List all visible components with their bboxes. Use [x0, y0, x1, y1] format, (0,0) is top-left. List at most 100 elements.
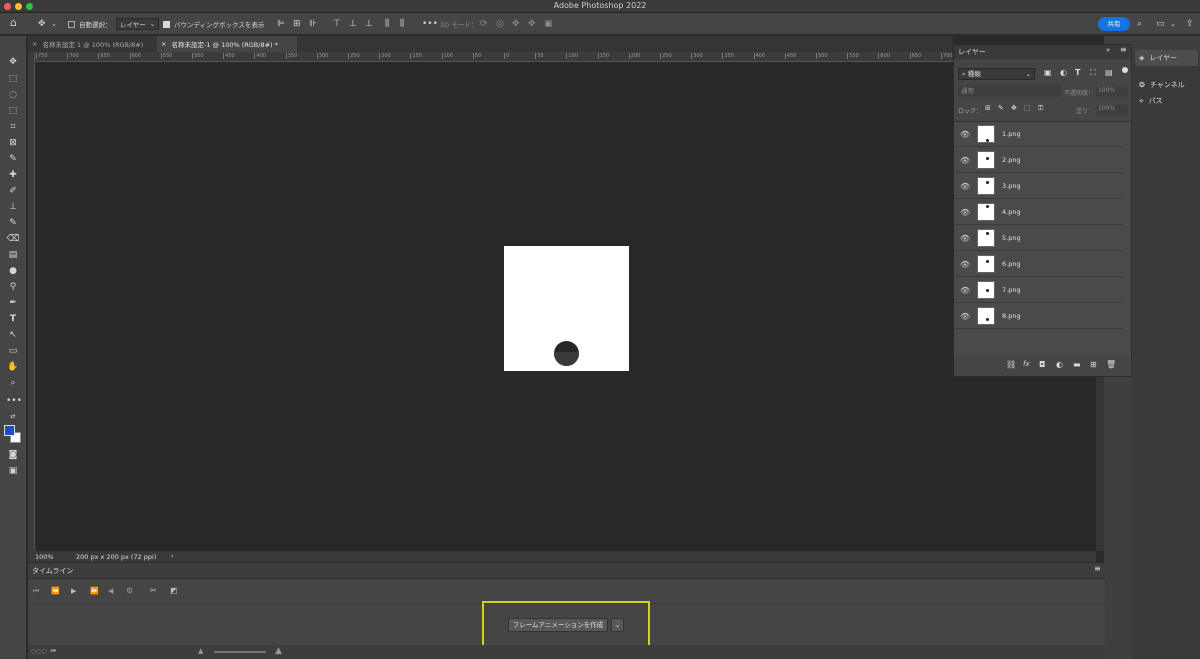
dodge-tool-icon[interactable]: ⚲ — [6, 281, 20, 293]
layer-filter-dropdown[interactable]: ⌕ 種類 ⌄ — [958, 68, 1035, 80]
align-right-icon[interactable]: ⊪ — [309, 19, 317, 29]
play-icon[interactable]: ▶ — [71, 587, 76, 595]
distribute-icon[interactable]: ⫼ — [385, 19, 389, 29]
lasso-tool-icon[interactable]: ◌ — [6, 89, 20, 101]
first-frame-icon[interactable]: ⏮ — [33, 587, 39, 596]
eye-icon[interactable]: 👁 — [960, 156, 970, 165]
tab-document-2[interactable]: × 名称未設定-1 @ 100% (RGB/8#) * — [157, 36, 297, 52]
new-group-icon[interactable]: ▬ — [1073, 360, 1081, 369]
crop-tool-icon[interactable]: ⌗ — [6, 121, 20, 133]
next-frame-icon[interactable]: ⏩ — [90, 587, 99, 595]
show-bbox-checkbox[interactable] — [163, 20, 170, 28]
layer-row[interactable]: 👁 3.png — [955, 174, 1123, 199]
layer-row[interactable]: 👁 4.png — [955, 200, 1123, 225]
layer-row[interactable]: 👁 7.png — [955, 278, 1123, 303]
distribute-v-icon[interactable]: ⫼ — [400, 19, 404, 29]
layer-style-icon[interactable]: fx — [1023, 360, 1030, 368]
eraser-tool-icon[interactable]: ⌫ — [6, 233, 20, 245]
gear-icon[interactable]: ⚙ — [126, 586, 133, 595]
slide-3d-icon[interactable]: ✥ — [528, 19, 536, 29]
lock-transparent-icon[interactable]: ⊞ — [985, 104, 991, 112]
zoom-tool-icon[interactable]: ⌕ — [6, 377, 20, 389]
brush-tool-icon[interactable]: ✐ — [6, 185, 20, 197]
adjustment-layer-icon[interactable]: ◐ — [1056, 360, 1063, 369]
eyedropper-tool-icon[interactable]: ✎ — [6, 153, 20, 165]
transition-icon[interactable]: ◩ — [170, 586, 178, 595]
foreground-color-swatch[interactable] — [4, 425, 15, 436]
dock-channels-button[interactable]: ❂ チャンネル — [1135, 78, 1198, 92]
new-layer-icon[interactable]: ⊞ — [1090, 360, 1097, 369]
eye-icon[interactable]: 👁 — [960, 312, 970, 321]
eye-icon[interactable]: 👁 — [960, 208, 970, 217]
pan-3d-icon[interactable]: ✥ — [512, 19, 520, 29]
auto-select-checkbox[interactable] — [68, 20, 75, 28]
layer-row[interactable]: 👁 5.png — [955, 226, 1123, 251]
frame-tool-icon[interactable]: ⊠ — [6, 137, 20, 149]
panel-menu-icon[interactable]: ≡ — [1094, 564, 1101, 573]
zoom-out-icon[interactable]: ▲ — [198, 647, 203, 655]
filter-toggle-icon[interactable] — [1122, 67, 1128, 73]
hand-tool-icon[interactable]: ✋ — [6, 361, 20, 373]
layer-row[interactable]: 👁 8.png — [955, 304, 1123, 329]
lock-position-icon[interactable]: ✥ — [1011, 104, 1017, 112]
layer-row[interactable]: 👁 2.png — [955, 148, 1123, 173]
eye-icon[interactable]: 👁 — [960, 234, 970, 243]
chevron-down-icon[interactable]: ⌄ — [51, 19, 57, 29]
more-icon[interactable]: ••• — [422, 19, 438, 29]
close-icon[interactable]: × — [32, 40, 37, 48]
audio-icon[interactable]: ◀ — [108, 587, 113, 595]
layers-tab[interactable]: レイヤー — [958, 47, 986, 57]
opacity-field[interactable]: 100% — [1096, 87, 1128, 97]
eye-icon[interactable]: 👁 — [960, 286, 970, 295]
lock-artboard-icon[interactable]: ⬚ — [1024, 104, 1031, 112]
stamp-tool-icon[interactable]: ⊥ — [6, 201, 20, 213]
share-export-icon[interactable]: ⇪ — [1186, 19, 1194, 29]
timeline-tab[interactable]: タイムライン — [32, 566, 74, 576]
scissors-icon[interactable]: ✂ — [150, 586, 157, 595]
collapse-panel-icon[interactable]: » — [1106, 46, 1110, 54]
healing-brush-tool-icon[interactable]: ✚ — [6, 169, 20, 181]
align-center-v-icon[interactable]: ⊥ — [349, 19, 357, 29]
orbit-3d-icon[interactable]: ⟳ — [480, 19, 488, 29]
swap-colors-icon[interactable]: ⇄ — [6, 411, 20, 423]
chevron-down-icon[interactable]: ⌄ — [1170, 19, 1176, 29]
share-button[interactable]: 共有 — [1098, 17, 1130, 31]
layer-row[interactable]: 👁 1.png — [955, 122, 1123, 147]
screen-mode-icon[interactable]: ▣ — [6, 465, 20, 477]
tab-document-1[interactable]: × 名称未設定 1 @ 100% (RGB/8#) — [28, 36, 156, 52]
more-tools-icon[interactable]: ••• — [6, 395, 22, 407]
pen-tool-icon[interactable]: ✒ — [6, 297, 20, 309]
auto-select-target-dropdown[interactable]: レイヤー ⌄ — [116, 18, 160, 30]
history-brush-tool-icon[interactable]: ✎ — [6, 217, 20, 229]
chevron-right-icon[interactable]: › — [171, 552, 174, 560]
lock-all-icon[interactable]: ⚿ — [1038, 104, 1043, 113]
close-icon[interactable]: × — [161, 40, 166, 48]
filter-type-icon[interactable]: T — [1075, 68, 1080, 77]
rectangle-tool-icon[interactable]: ▭ — [6, 345, 20, 357]
gradient-tool-icon[interactable]: ▤ — [6, 249, 20, 261]
align-bottom-icon[interactable]: ⊥ — [365, 19, 373, 29]
filter-adjustment-icon[interactable]: ◐ — [1060, 68, 1067, 77]
blur-tool-icon[interactable]: ● — [6, 265, 20, 277]
add-mask-icon[interactable]: ◘ — [1039, 360, 1045, 369]
prev-frame-icon[interactable]: ⏪ — [51, 587, 60, 595]
eye-icon[interactable]: 👁 — [960, 260, 970, 269]
roll-3d-icon[interactable]: ◎ — [496, 19, 504, 29]
layer-row[interactable]: 👁 6.png — [955, 252, 1123, 277]
align-left-icon[interactable]: ⊫ — [277, 19, 285, 29]
move-tool-icon[interactable]: ✥ — [38, 19, 46, 29]
marquee-tool-icon[interactable]: ⬚ — [6, 73, 20, 85]
type-tool-icon[interactable]: T — [6, 313, 20, 325]
object-select-tool-icon[interactable]: ⬚ — [6, 105, 20, 117]
dock-layers-button[interactable]: ◈ レイヤー — [1135, 50, 1198, 66]
filter-pixel-icon[interactable]: ▣ — [1044, 68, 1052, 77]
home-icon[interactable]: ⌂ — [10, 17, 17, 28]
blend-mode-dropdown[interactable]: 通常 — [958, 85, 1061, 97]
camera-3d-icon[interactable]: ▣ — [544, 19, 553, 29]
zoom-level[interactable]: 100% — [35, 553, 54, 561]
eye-icon[interactable]: 👁 — [960, 130, 970, 139]
zoom-in-icon[interactable]: ▲ — [275, 646, 282, 656]
path-select-tool-icon[interactable]: ↖ — [6, 329, 20, 341]
eye-icon[interactable]: 👁 — [960, 182, 970, 191]
render-icon[interactable]: ➦ — [50, 646, 57, 655]
